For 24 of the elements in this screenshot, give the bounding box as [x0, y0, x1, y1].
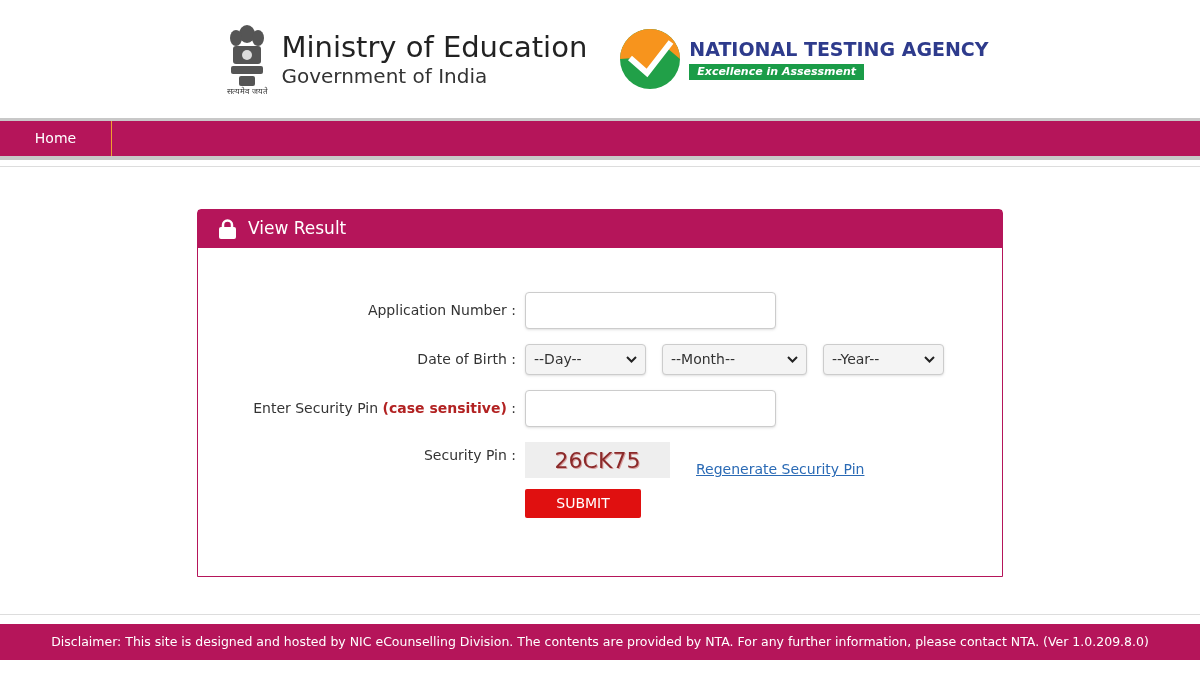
- submit-button[interactable]: SUBMIT: [525, 489, 641, 518]
- dropdown[interactable]: --Day--: [525, 344, 646, 375]
- agency-tagline: Excellence in Assessment: [689, 64, 865, 80]
- field-label: Application Number :: [366, 301, 517, 320]
- lock-icon: [219, 219, 236, 239]
- caret-icon: [787, 356, 798, 363]
- field-label: Enter Security Pin (case sensitive) :: [252, 399, 517, 418]
- dropdown[interactable]: --Year--: [823, 344, 944, 375]
- caret-icon: [924, 356, 935, 363]
- ministry-title: Ministry of Education: [281, 30, 588, 64]
- regenerate-link[interactable]: Regenerate Security Pin: [696, 459, 865, 480]
- disclaimer-text: Disclaimer: This site is designed and hosted by NIC eCounselling Division. The contents are provided by NTA. For any further information, please contact NTA. (Ver 1.0.209.8.0): [51, 632, 1149, 651]
- captcha-image: 26CK75: [525, 442, 670, 478]
- emblem-motto: सत्यमेव जयते: [227, 88, 268, 96]
- input-field[interactable]: [525, 292, 776, 329]
- input-field[interactable]: [525, 390, 776, 427]
- field-label: Date of Birth :: [416, 350, 517, 369]
- field-label: Security Pin :: [423, 445, 517, 465]
- logo-icon: [619, 28, 682, 90]
- dropdown[interactable]: --Month--: [662, 344, 807, 375]
- caret-icon: [626, 356, 637, 363]
- card-title: View Result: [248, 217, 347, 241]
- agency-name: NATIONAL TESTING AGENCY: [689, 38, 989, 60]
- ministry-subtitle: Government of India: [281, 64, 489, 88]
